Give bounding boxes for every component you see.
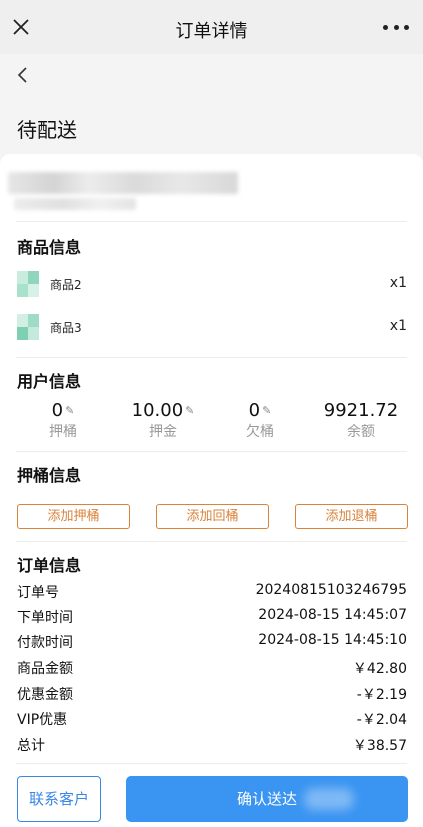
stat-balance: 9921.72 余额 <box>316 400 406 441</box>
stat-owed-buckets[interactable]: 0 ✎ 欠桶 <box>215 400 305 441</box>
divider <box>16 221 407 222</box>
chevron-left-icon[interactable] <box>14 66 32 84</box>
product-thumbnail <box>17 314 39 340</box>
more-icon[interactable] <box>383 20 409 34</box>
pencil-icon[interactable]: ✎ <box>262 404 271 417</box>
goods-section-title: 商品信息 <box>17 238 82 257</box>
divider <box>16 357 407 358</box>
stat-value: 0 <box>51 400 64 421</box>
add-return-bucket-button[interactable]: 添加回桶 <box>156 504 269 529</box>
add-deposit-bucket-button[interactable]: 添加押桶 <box>17 504 130 529</box>
confirm-delivery-button[interactable]: 确认送达 <box>126 776 408 822</box>
row-value: 2024-08-15 14:45:10 <box>258 632 407 648</box>
row-key: VIP优惠 <box>17 712 68 728</box>
row-value: ￥42.80 <box>352 661 407 677</box>
goods-name: 商品2 <box>50 278 82 292</box>
order-time-row: 下单时间 2024-08-15 14:45:07 <box>17 607 407 629</box>
row-key: 订单号 <box>17 585 59 601</box>
row-value: -￥2.19 <box>356 687 407 703</box>
stat-value: 10.00 <box>131 400 184 421</box>
stat-label: 押金 <box>149 424 177 440</box>
page-title: 订单详情 <box>175 21 248 42</box>
add-refund-bucket-button[interactable]: 添加退桶 <box>295 504 408 529</box>
row-key: 优惠金额 <box>17 687 73 703</box>
order-number-row: 订单号 20240815103246795 <box>17 582 407 604</box>
pencil-icon[interactable]: ✎ <box>185 404 194 417</box>
stat-label: 欠桶 <box>246 424 274 440</box>
stat-label: 押桶 <box>49 424 77 440</box>
stat-deposit[interactable]: 10.00 ✎ 押金 <box>118 400 208 441</box>
bottom-action-bar: 联系客户 确认送达 <box>0 766 423 827</box>
row-value: ￥38.57 <box>352 738 407 754</box>
row-key: 商品金额 <box>17 661 73 677</box>
divider <box>16 541 407 542</box>
goods-item: 商品3 x1 <box>17 314 407 340</box>
goods-qty: x1 <box>389 318 407 334</box>
order-section-title: 订单信息 <box>17 556 82 575</box>
goods-name: 商品3 <box>50 321 82 335</box>
row-key: 下单时间 <box>17 610 73 626</box>
bucket-section-title: 押桶信息 <box>17 466 82 485</box>
row-value: 2024-08-15 14:45:07 <box>258 607 407 623</box>
vip-discount-row: VIP优惠 -￥2.04 <box>17 709 407 731</box>
blur-smudge <box>304 788 354 810</box>
discount-row: 优惠金额 -￥2.19 <box>17 684 407 706</box>
stat-value: 9921.72 <box>323 400 399 421</box>
divider <box>16 763 407 764</box>
order-card: 商品信息 商品2 x1 商品3 x1 用户信息 0 ✎ 押桶 10.00 ✎ 押金 <box>0 154 423 827</box>
stat-label: 余额 <box>347 424 375 440</box>
row-value: 20240815103246795 <box>255 582 407 598</box>
confirm-delivery-label: 确认送达 <box>236 790 297 808</box>
divider <box>16 451 407 452</box>
stat-deposit-buckets[interactable]: 0 ✎ 押桶 <box>18 400 108 441</box>
pencil-icon[interactable]: ✎ <box>65 404 74 417</box>
goods-amount-row: 商品金额 ￥42.80 <box>17 658 407 680</box>
row-value: -￥2.04 <box>356 712 407 728</box>
row-key: 总计 <box>17 738 45 754</box>
row-key: 付款时间 <box>17 635 73 651</box>
goods-qty: x1 <box>389 275 407 291</box>
order-status: 待配送 <box>17 118 77 142</box>
payment-time-row: 付款时间 2024-08-15 14:45:10 <box>17 632 407 654</box>
user-section-title: 用户信息 <box>17 372 82 391</box>
top-bar: 订单详情 <box>0 0 423 54</box>
contact-customer-button[interactable]: 联系客户 <box>17 776 101 822</box>
page-body: 待配送 商品信息 商品2 x1 商品3 x1 用户信息 0 ✎ 押桶 10.00… <box>0 54 423 827</box>
stat-value: 0 <box>248 400 261 421</box>
product-thumbnail <box>17 271 39 297</box>
total-row: 总计 ￥38.57 <box>17 735 407 757</box>
goods-item: 商品2 x1 <box>17 271 407 297</box>
